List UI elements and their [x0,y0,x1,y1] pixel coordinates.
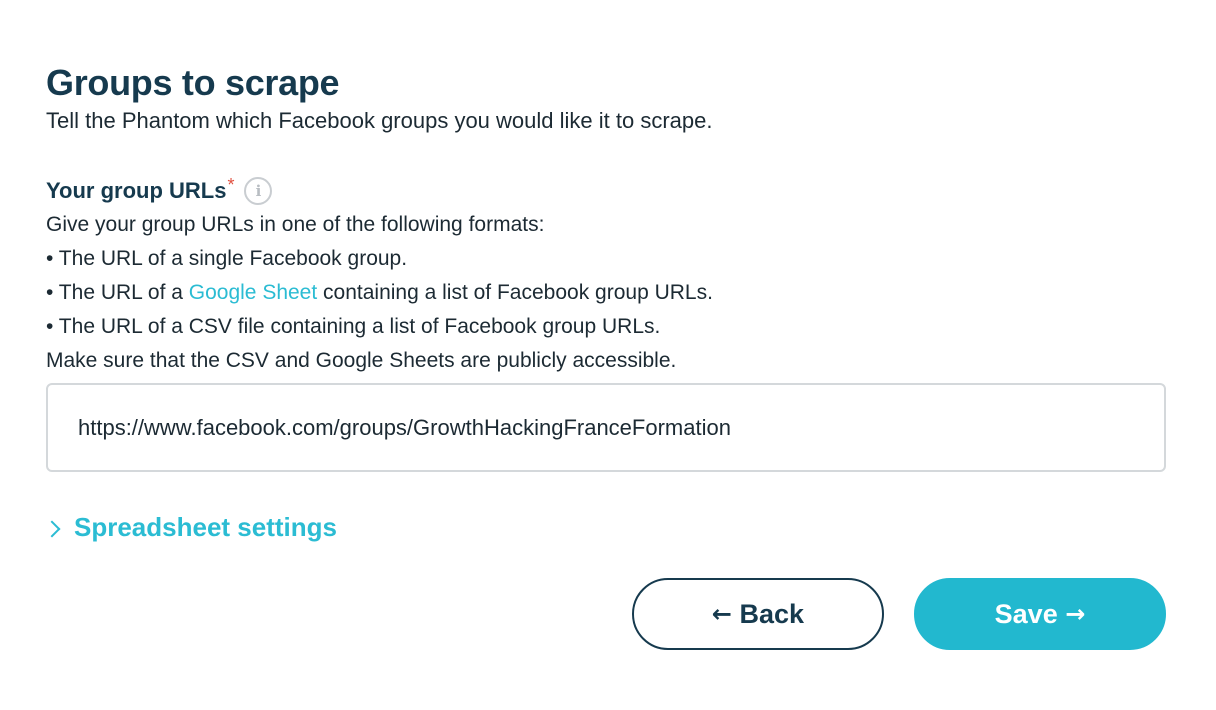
required-asterisk: * [227,174,235,195]
google-sheet-link[interactable]: Google Sheet [189,281,317,304]
spreadsheet-settings-label: Spreadsheet settings [74,511,337,542]
save-button[interactable]: Save → [914,578,1166,650]
arrow-left-icon: ← [711,600,733,628]
accessibility-note: Make sure that the CSV and Google Sheets… [46,349,677,372]
group-urls-input[interactable] [46,383,1166,472]
spreadsheet-settings-toggle[interactable]: Spreadsheet settings [43,510,1166,544]
info-icon[interactable]: i [244,177,273,205]
back-button[interactable]: ← Back [632,578,884,650]
format-bullet-1: • The URL of a single Facebook group. [46,247,408,270]
save-button-label: Save [994,598,1058,629]
bullet-2-suffix: containing a list of Facebook group URLs… [317,281,713,304]
bullet-2-prefix: • The URL of a [46,281,189,304]
format-bullet-2: • The URL of a Google Sheet containing a… [46,276,1166,310]
field-description: Give your group URLs in one of the follo… [46,208,1166,378]
groups-to-scrape-section: Groups to scrape Tell the Phantom which … [43,60,1166,544]
format-bullet-3: • The URL of a CSV file containing a lis… [46,315,661,338]
section-title: Groups to scrape [46,62,340,103]
field-label-row: Your group URLs * i [46,174,1166,208]
action-buttons: ← Back Save → [632,578,1166,650]
arrow-right-icon: → [1065,600,1086,628]
back-button-label: Back [739,598,805,629]
chevron-right-icon [43,520,61,538]
section-subtitle: Tell the Phantom which Facebook groups y… [46,108,713,133]
field-label: Your group URLs [46,178,227,203]
desc-intro: Give your group URLs in one of the follo… [46,213,545,236]
